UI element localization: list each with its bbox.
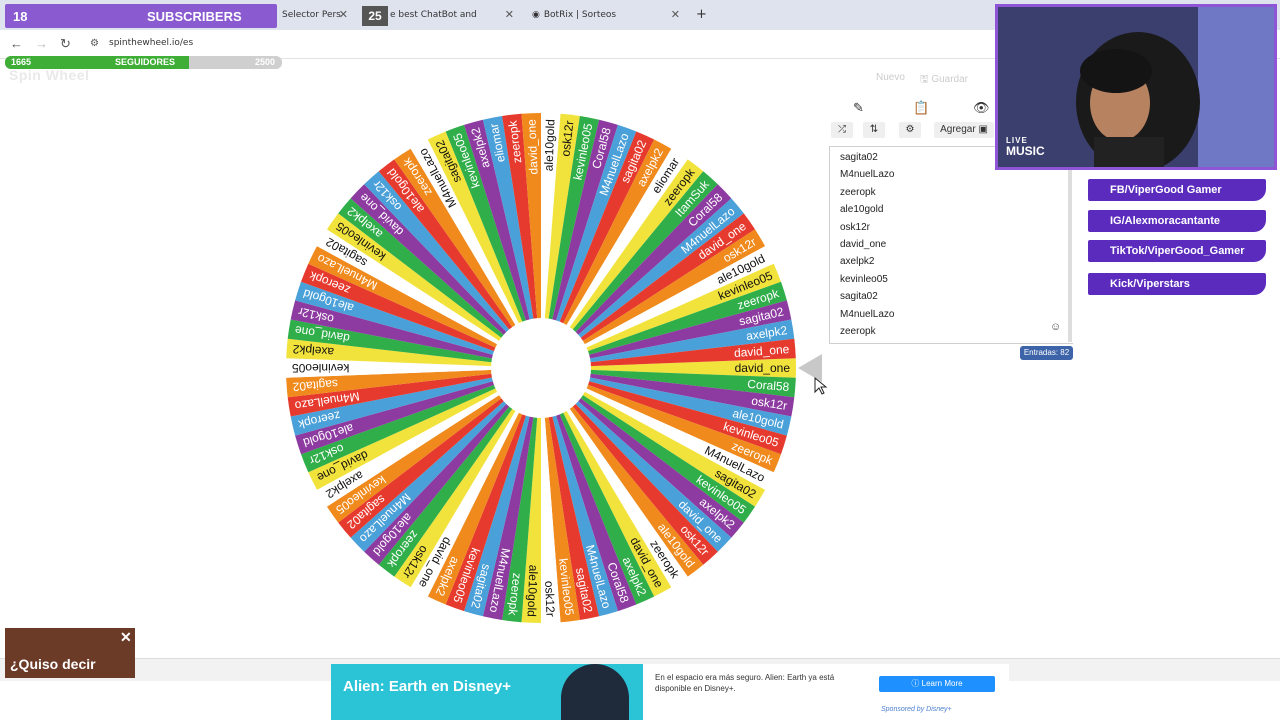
social-facebook: FB/ViperGood Gamer	[1088, 179, 1266, 201]
wheel-slice-label: ale10gold	[542, 119, 558, 172]
social-kick: Kick/Viperstars	[1088, 273, 1266, 295]
entries-scrollbar[interactable]	[1068, 146, 1072, 342]
social-instagram: IG/Alexmoracantante	[1088, 210, 1266, 232]
popup-text: ¿Quiso decir	[10, 656, 96, 672]
entry-line: kevinleo05	[840, 273, 888, 285]
emoji-icon[interactable]: ☺	[1050, 321, 1061, 333]
entry-line: axelpk2	[840, 256, 875, 268]
ad-banner[interactable]: Alien: Earth en Disney+ En el espacio er…	[331, 664, 1009, 720]
ad-poster-image	[561, 664, 629, 720]
settings-icon[interactable]: ⚙	[899, 122, 921, 138]
ad-description: En el espacio era más seguro. Alien: Ear…	[655, 673, 835, 693]
ad-info: En el espacio era más seguro. Alien: Ear…	[643, 664, 1009, 720]
wheel-pointer-icon	[798, 354, 822, 382]
learn-more-button[interactable]: ⓘ Learn More	[879, 676, 995, 692]
suggestion-popup[interactable]: ¿Quiso decir ✕	[5, 628, 135, 678]
entry-line: osk12r	[840, 221, 871, 233]
entries-toolbar: ✎ 📋 👁 ⤮ ⇅ ⚙ Agregar ▣	[829, 96, 994, 144]
entries-count-badge: Entradas: 82	[1020, 346, 1073, 360]
info-icon: ⓘ	[911, 679, 922, 688]
image-icon: ▣	[978, 124, 988, 135]
social-label: TikTok/ViperGood_Gamer	[1110, 245, 1245, 257]
wheel-center[interactable]	[491, 318, 591, 418]
entry-line: M4nuelLazo	[840, 308, 895, 320]
social-tiktok: TikTok/ViperGood_Gamer	[1088, 240, 1266, 262]
ad-title: Alien: Earth en Disney+	[343, 678, 511, 695]
entry-line: M4nuelLazo	[840, 169, 895, 181]
entry-line: david_one	[840, 239, 887, 250]
edit-icon[interactable]: ✎	[853, 100, 864, 116]
entries-textarea[interactable]: sagita02 M4nuelLazo zeeropk ale10gold osk12r…	[829, 146, 1073, 344]
entry-line: zeeropk	[840, 186, 876, 198]
ad-sponsor: Sponsored by Disney+	[881, 706, 952, 713]
entry-line: sagita02	[840, 152, 878, 163]
social-label: Kick/Viperstars	[1110, 278, 1190, 290]
social-label: IG/Alexmoracantante	[1110, 215, 1221, 227]
live-music-badge: LIVE MUSIC	[1006, 135, 1045, 157]
wheel-slice-label: ale10gold	[524, 565, 540, 618]
learn-more-label: Learn More	[921, 679, 963, 688]
social-label: FB/ViperGood Gamer	[1110, 184, 1222, 196]
close-icon[interactable]: ✕	[120, 629, 132, 646]
add-image-button[interactable]: Agregar ▣	[934, 122, 994, 138]
sort-icon[interactable]: ⇅	[863, 122, 885, 138]
badge-bottom: MUSIC	[1006, 144, 1045, 158]
entry-line: sagita02	[840, 291, 878, 303]
wheel-slice-label: osk12r	[542, 581, 557, 618]
shuffle-icon[interactable]: ⤮	[831, 122, 853, 138]
entry-line: ale10gold	[840, 204, 884, 216]
wheel-slice-label: kevinleo05	[292, 361, 350, 375]
hide-icon[interactable]: 👁	[973, 100, 990, 116]
wheel-slice-label: david_one	[735, 361, 791, 375]
add-label: Agregar	[940, 124, 976, 135]
clipboard-icon[interactable]: 📋	[913, 100, 929, 116]
webcam-overlay: LIVE MUSIC	[995, 4, 1277, 170]
wheel-slice-label: david_one	[524, 119, 540, 175]
entry-line: zeeropk	[840, 326, 876, 337]
